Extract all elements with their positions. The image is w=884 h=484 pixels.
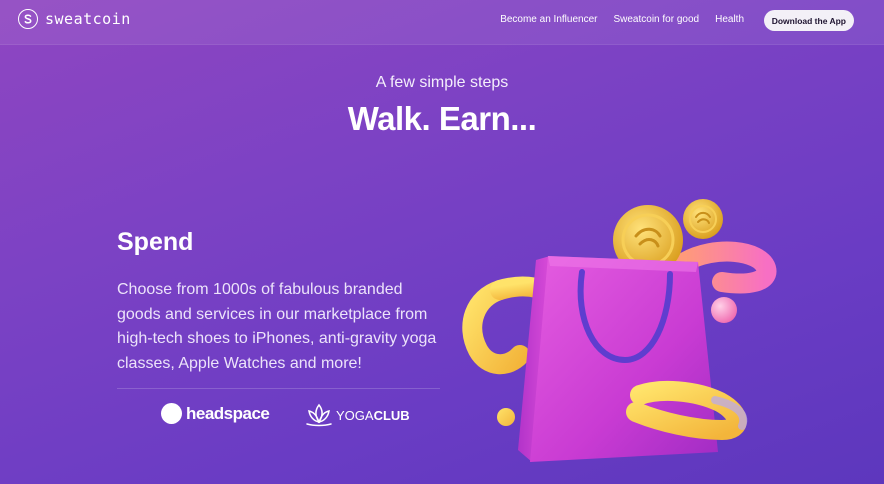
headspace-logo-icon <box>161 403 182 424</box>
yogaclub-suffix: CLUB <box>373 407 410 423</box>
sweatcoin-logo[interactable]: sweatcoin <box>18 9 131 29</box>
partner-yogaclub: YOGACLUB <box>305 403 410 427</box>
sweatcoin-logo-icon <box>18 9 38 29</box>
yogaclub-prefix: YOGA <box>336 407 374 423</box>
nav-links: Become an Influencer Sweatcoin for good … <box>500 14 744 25</box>
nav-link-become-influencer[interactable]: Become an Influencer <box>500 14 597 25</box>
coin-icon <box>683 199 723 239</box>
yogaclub-wordmark: YOGACLUB <box>336 408 410 423</box>
hero-subtitle: A few simple steps <box>375 74 509 91</box>
section-title: Spend <box>117 228 194 256</box>
yogaclub-lotus-icon <box>306 403 332 427</box>
shopping-bag-illustration <box>462 199 777 462</box>
top-nav: sweatcoin Become an Influencer Sweatcoin… <box>0 0 884 45</box>
section-divider <box>117 388 440 389</box>
headspace-wordmark: headspace <box>186 403 270 423</box>
nav-link-health[interactable]: Health <box>715 14 744 25</box>
hero-headline: Walk. Earn... <box>347 100 537 137</box>
download-app-button[interactable]: Download the App <box>763 10 854 31</box>
partner-headspace: headspace <box>161 403 270 424</box>
logo-wordmark: sweatcoin <box>45 10 131 28</box>
nav-link-sweatcoin-for-good[interactable]: Sweatcoin for good <box>613 14 699 25</box>
section-description: Choose from 1000s of fabulous branded go… <box>117 281 437 372</box>
